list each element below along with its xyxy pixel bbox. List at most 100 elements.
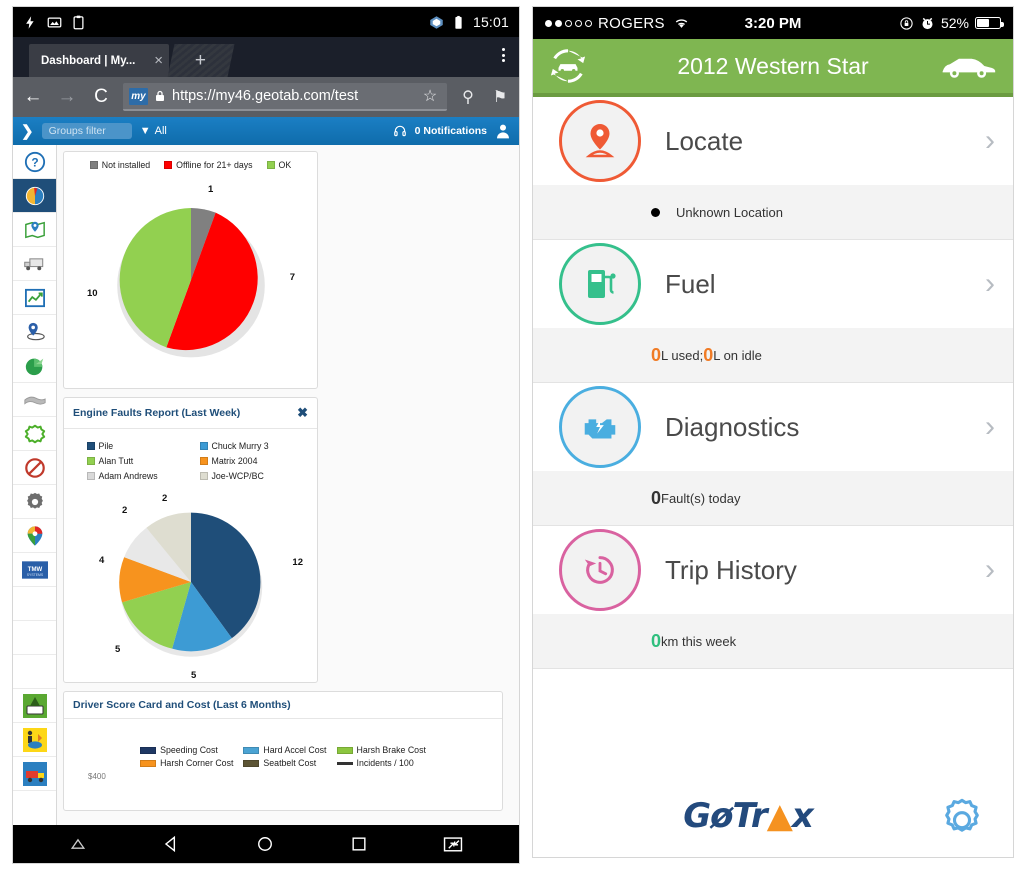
device-status-body: Not installed Offline for 21+ days OK [64, 152, 317, 374]
pie-value-label: 12 [292, 557, 303, 568]
trip-history-row[interactable]: Trip History › [533, 526, 1013, 614]
tmw-logo-icon: TMWSYSTEMS [22, 560, 48, 580]
sidebar-item-addin-yellow[interactable] [13, 723, 56, 757]
vehicle-summary-list: Locate › Unknown Location [533, 97, 1013, 775]
bookmark-star-icon[interactable]: ☆ [419, 86, 441, 106]
sidebar-expand-icon[interactable]: ❯ [21, 122, 34, 140]
ios-status-right: 52% [899, 15, 1001, 31]
sidebar-item-activity[interactable] [13, 281, 56, 315]
logo-text-4: x [792, 796, 813, 836]
notifications-count[interactable]: 0 Notifications [415, 125, 487, 137]
logo-arrow-icon: ▲ [767, 796, 792, 836]
legend-item: Offline for 21+ days [164, 160, 252, 170]
legend-swatch [87, 457, 95, 465]
gear-icon[interactable] [937, 791, 987, 841]
sidebar-item-engine-maintenance[interactable] [13, 349, 56, 383]
forward-button[interactable]: → [55, 86, 79, 108]
globe-pie-icon [24, 355, 46, 377]
sidebar-item-exceptions[interactable] [13, 451, 56, 485]
legend-item: Harsh Corner Cost [140, 758, 233, 768]
new-tab-button[interactable]: + [167, 44, 234, 77]
pie-chart-icon [24, 185, 46, 207]
headset-icon[interactable] [393, 124, 407, 138]
status-left-icons [23, 15, 86, 30]
groups-filter-input[interactable]: Groups filter [42, 123, 132, 139]
vehicle-refresh-icon[interactable] [549, 47, 587, 85]
battery-icon [451, 15, 466, 30]
sidebar-item-marketplace[interactable] [13, 519, 56, 553]
locate-row[interactable]: Locate › [533, 97, 1013, 185]
sidebar-item-dashboard[interactable] [13, 179, 56, 213]
nav-back-icon[interactable] [161, 834, 181, 854]
row-label: Diagnostics [665, 412, 985, 443]
user-avatar-icon[interactable] [495, 123, 511, 139]
list-item-fuel: Fuel › 0 L used; 0 L on idle [533, 240, 1013, 383]
engine-icon [579, 411, 621, 443]
scope-label: All [155, 125, 167, 137]
legend-label: Harsh Corner Cost [160, 758, 233, 768]
bookmarks-icon[interactable]: ⚑ [489, 87, 511, 107]
sidebar-item-vehicles[interactable] [13, 247, 56, 281]
history-clock-icon [581, 551, 619, 589]
sidebar-item-addin-blue[interactable] [13, 757, 56, 791]
car-icon [939, 53, 997, 79]
locate-sub: Unknown Location [533, 185, 1013, 239]
sidebar-item-tmw-addin[interactable]: TMWSYSTEMS [13, 553, 56, 587]
android-nav-bar [13, 825, 519, 863]
rotation-lock-icon [899, 16, 914, 31]
sidebar-item-addin-green[interactable] [13, 689, 56, 723]
nav-up-icon[interactable] [68, 834, 88, 854]
legend-swatch [200, 457, 208, 465]
list-item-trip-history: Trip History › 0 km this week [533, 526, 1013, 669]
fuel-sub: 0 L used; 0 L on idle [533, 328, 1013, 382]
driver-scorecard-header: Driver Score Card and Cost (Last 6 Month… [64, 692, 502, 719]
sidebar-item-people[interactable] [13, 315, 56, 349]
sidebar-item-rules[interactable] [13, 417, 56, 451]
fault-count-label: Fault(s) today [661, 491, 740, 506]
row-label: Trip History [665, 555, 985, 586]
close-icon[interactable]: ✖ [297, 405, 308, 421]
legend-label: Pile [99, 441, 114, 451]
overflow-menu-icon[interactable] [502, 48, 505, 62]
sidebar-item-administration[interactable] [13, 485, 56, 519]
sidebar-item-zones[interactable] [13, 383, 56, 417]
sidebar-item-map[interactable] [13, 213, 56, 247]
legend-label: Alan Tutt [99, 456, 134, 466]
nav-home-icon[interactable] [255, 834, 275, 854]
sidebar-item-help[interactable]: ? [13, 145, 56, 179]
geotab-app-bar: ❯ Groups filter ▼ All 0 Notifications [13, 117, 519, 145]
fuel-row[interactable]: Fuel › [533, 240, 1013, 328]
chevron-right-icon: › [985, 410, 995, 444]
reload-button[interactable]: C [89, 86, 113, 108]
legend-label: Adam Andrews [99, 471, 158, 481]
engine-faults-panel: Engine Faults Report (Last Week) ✖ Pile … [63, 397, 318, 683]
legend-label: Hard Accel Cost [263, 745, 326, 755]
back-button[interactable]: ← [21, 86, 45, 108]
browser-tab[interactable]: Dashboard | My... × [29, 44, 169, 77]
legend-swatch [200, 472, 208, 480]
legend-item: Matrix 2004 [200, 456, 305, 466]
clipboard-icon [71, 15, 86, 30]
engine-faults-legend: Pile Chuck Murry 3 Alan Tutt Matrix 2004… [70, 437, 311, 489]
nav-recents-icon[interactable] [349, 834, 369, 854]
address-bar[interactable]: my https://my46.geotab.com/test ☆ [123, 83, 447, 111]
pie-value-label: 7 [290, 272, 295, 283]
search-icon[interactable]: ⚲ [457, 87, 479, 107]
locate-icon-badge [559, 100, 641, 182]
legend-swatch [90, 161, 98, 169]
close-icon[interactable]: × [150, 53, 163, 68]
chart-line-icon [24, 288, 46, 308]
scope-selector[interactable]: ▼ All [140, 125, 167, 137]
legend-label: Joe-WCP/BC [212, 471, 264, 481]
nav-shrink-icon[interactable] [442, 834, 464, 854]
browser-toolbar: ← → C my https://my46.geotab.com/test ☆ … [13, 77, 519, 117]
legend-label: Offline for 21+ days [176, 160, 252, 170]
diagnostics-row[interactable]: Diagnostics › [533, 383, 1013, 471]
legend-swatch [140, 760, 156, 767]
pie-value-label: 2 [162, 493, 167, 504]
blue-truck-icon [23, 762, 47, 786]
fuel-used-value: 0 [651, 345, 661, 366]
location-pin-icon [582, 121, 618, 161]
fuel-pump-icon [582, 265, 618, 303]
legend-item: Alan Tutt [87, 456, 192, 466]
